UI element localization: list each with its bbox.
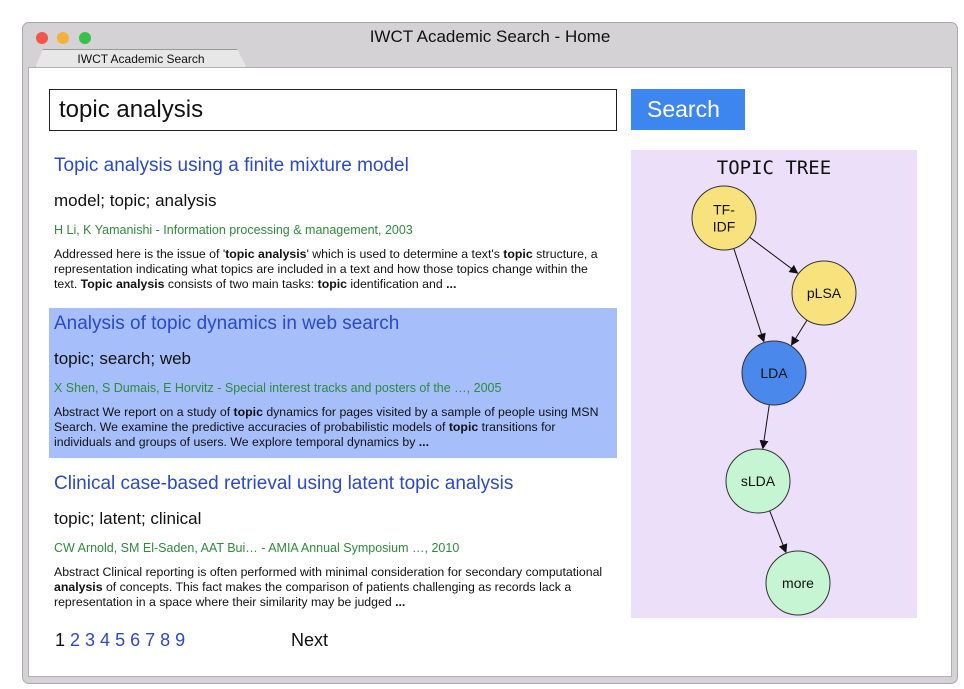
page-link-4[interactable]: 4 (100, 630, 110, 650)
tab-iwct-academic-search[interactable]: IWCT Academic Search (35, 49, 247, 68)
topic-tree-graph: TF-IDF pLSA LDA sLDA more (691, 185, 857, 616)
snippet-segment: of concepts. This fact makes the compari… (54, 580, 572, 609)
topic-node-label: LDA (760, 365, 788, 381)
result-item: Analysis of topic dynamics in web search… (49, 308, 617, 458)
browser-window: IWCT Academic Search - Home IWCT Academi… (22, 22, 958, 684)
topic-node-lda[interactable]: LDA (741, 340, 807, 406)
topic-tree-panel: TOPIC TREE TF- IDF pLSA LDA sLDA more (631, 150, 917, 618)
page-link-7[interactable]: 7 (145, 630, 155, 650)
result-authors: CW Arnold, SM El-Saden, AAT Bui… - AMIA … (54, 541, 460, 555)
page-link-6[interactable]: 6 (130, 630, 140, 650)
edge-tfidf-lda (733, 248, 766, 343)
search-button[interactable]: Search (631, 89, 745, 130)
result-authors: H Li, K Yamanishi - Information processi… (54, 223, 413, 237)
result-snippet: Abstract We report on a study of topic d… (54, 405, 617, 450)
page-link-2[interactable]: 2 (70, 630, 80, 650)
result-tags: model; topic; analysis (54, 191, 217, 210)
snippet-segment: topic (448, 420, 479, 434)
result-item: Clinical case-based retrieval using late… (49, 468, 617, 616)
snippet-segment: ... (395, 595, 406, 609)
result-snippet: Addressed here is the issue of 'topic an… (54, 247, 617, 292)
result-title-link[interactable]: Topic analysis using a finite mixture mo… (54, 155, 617, 177)
topic-node-label: sLDA (741, 473, 776, 489)
topic-node-more[interactable]: more (765, 550, 831, 616)
snippet-segment: Addressed here is the issue of ' (54, 247, 226, 261)
snippet-segment: Topic analysis (80, 277, 165, 291)
page-link-9[interactable]: 9 (175, 630, 185, 650)
snippet-segment: topic (233, 405, 263, 419)
search-input[interactable] (49, 89, 617, 131)
topic-node-plsa[interactable]: pLSA (791, 260, 857, 326)
page-link-8[interactable]: 8 (160, 630, 170, 650)
edge-plsa-lda (790, 319, 808, 346)
topic-node-label: TF- (713, 202, 735, 218)
edge-tfidf-plsa (749, 236, 799, 274)
page-link-5[interactable]: 5 (115, 630, 125, 650)
next-page-link[interactable]: Next (291, 630, 328, 651)
topic-node-tfidf[interactable]: TF-IDF (691, 185, 757, 251)
snippet-segment: topic (503, 247, 533, 261)
snippet-segment: ' which is used to determine a text's (306, 247, 504, 261)
result-authors: X Shen, S Dumais, E Horvitz - Special in… (54, 381, 502, 395)
result-item: Topic analysis using a finite mixture mo… (49, 150, 617, 298)
snippet-segment: topic analysis (225, 247, 307, 261)
page-content: Search Topic analysis using a finite mix… (28, 67, 952, 677)
window-title: IWCT Academic Search - Home (369, 27, 611, 46)
snippet-segment: topic (317, 277, 347, 291)
result-tags: topic; latent; clinical (54, 509, 202, 528)
result-title-link[interactable]: Clinical case-based retrieval using late… (54, 473, 617, 495)
snippet-segment: identification and (346, 277, 447, 291)
topic-node-slda[interactable]: sLDA (725, 448, 791, 514)
page-link-1: 1 (55, 630, 66, 650)
page-link-3[interactable]: 3 (85, 630, 95, 650)
result-tags: topic; search; web (54, 349, 192, 368)
snippet-segment: Abstract We report on a study of (54, 405, 234, 419)
pagination: 123456789 (55, 630, 190, 651)
topic-node-label: more (782, 575, 814, 591)
result-title-link[interactable]: Analysis of topic dynamics in web search (54, 313, 617, 335)
topic-node-label: pLSA (807, 285, 842, 301)
snippet-segment: Abstract Clinical reporting is often per… (54, 565, 603, 579)
snippet-segment: ... (446, 277, 457, 291)
result-snippet: Abstract Clinical reporting is often per… (54, 565, 617, 610)
topic-node-label: IDF (713, 219, 736, 235)
snippet-segment: consists of two main tasks: (164, 277, 318, 291)
snippet-segment: analysis (54, 580, 103, 594)
snippet-segment: ... (418, 435, 430, 449)
edge-slda-more (769, 510, 788, 554)
edge-lda-slda (759, 404, 770, 450)
